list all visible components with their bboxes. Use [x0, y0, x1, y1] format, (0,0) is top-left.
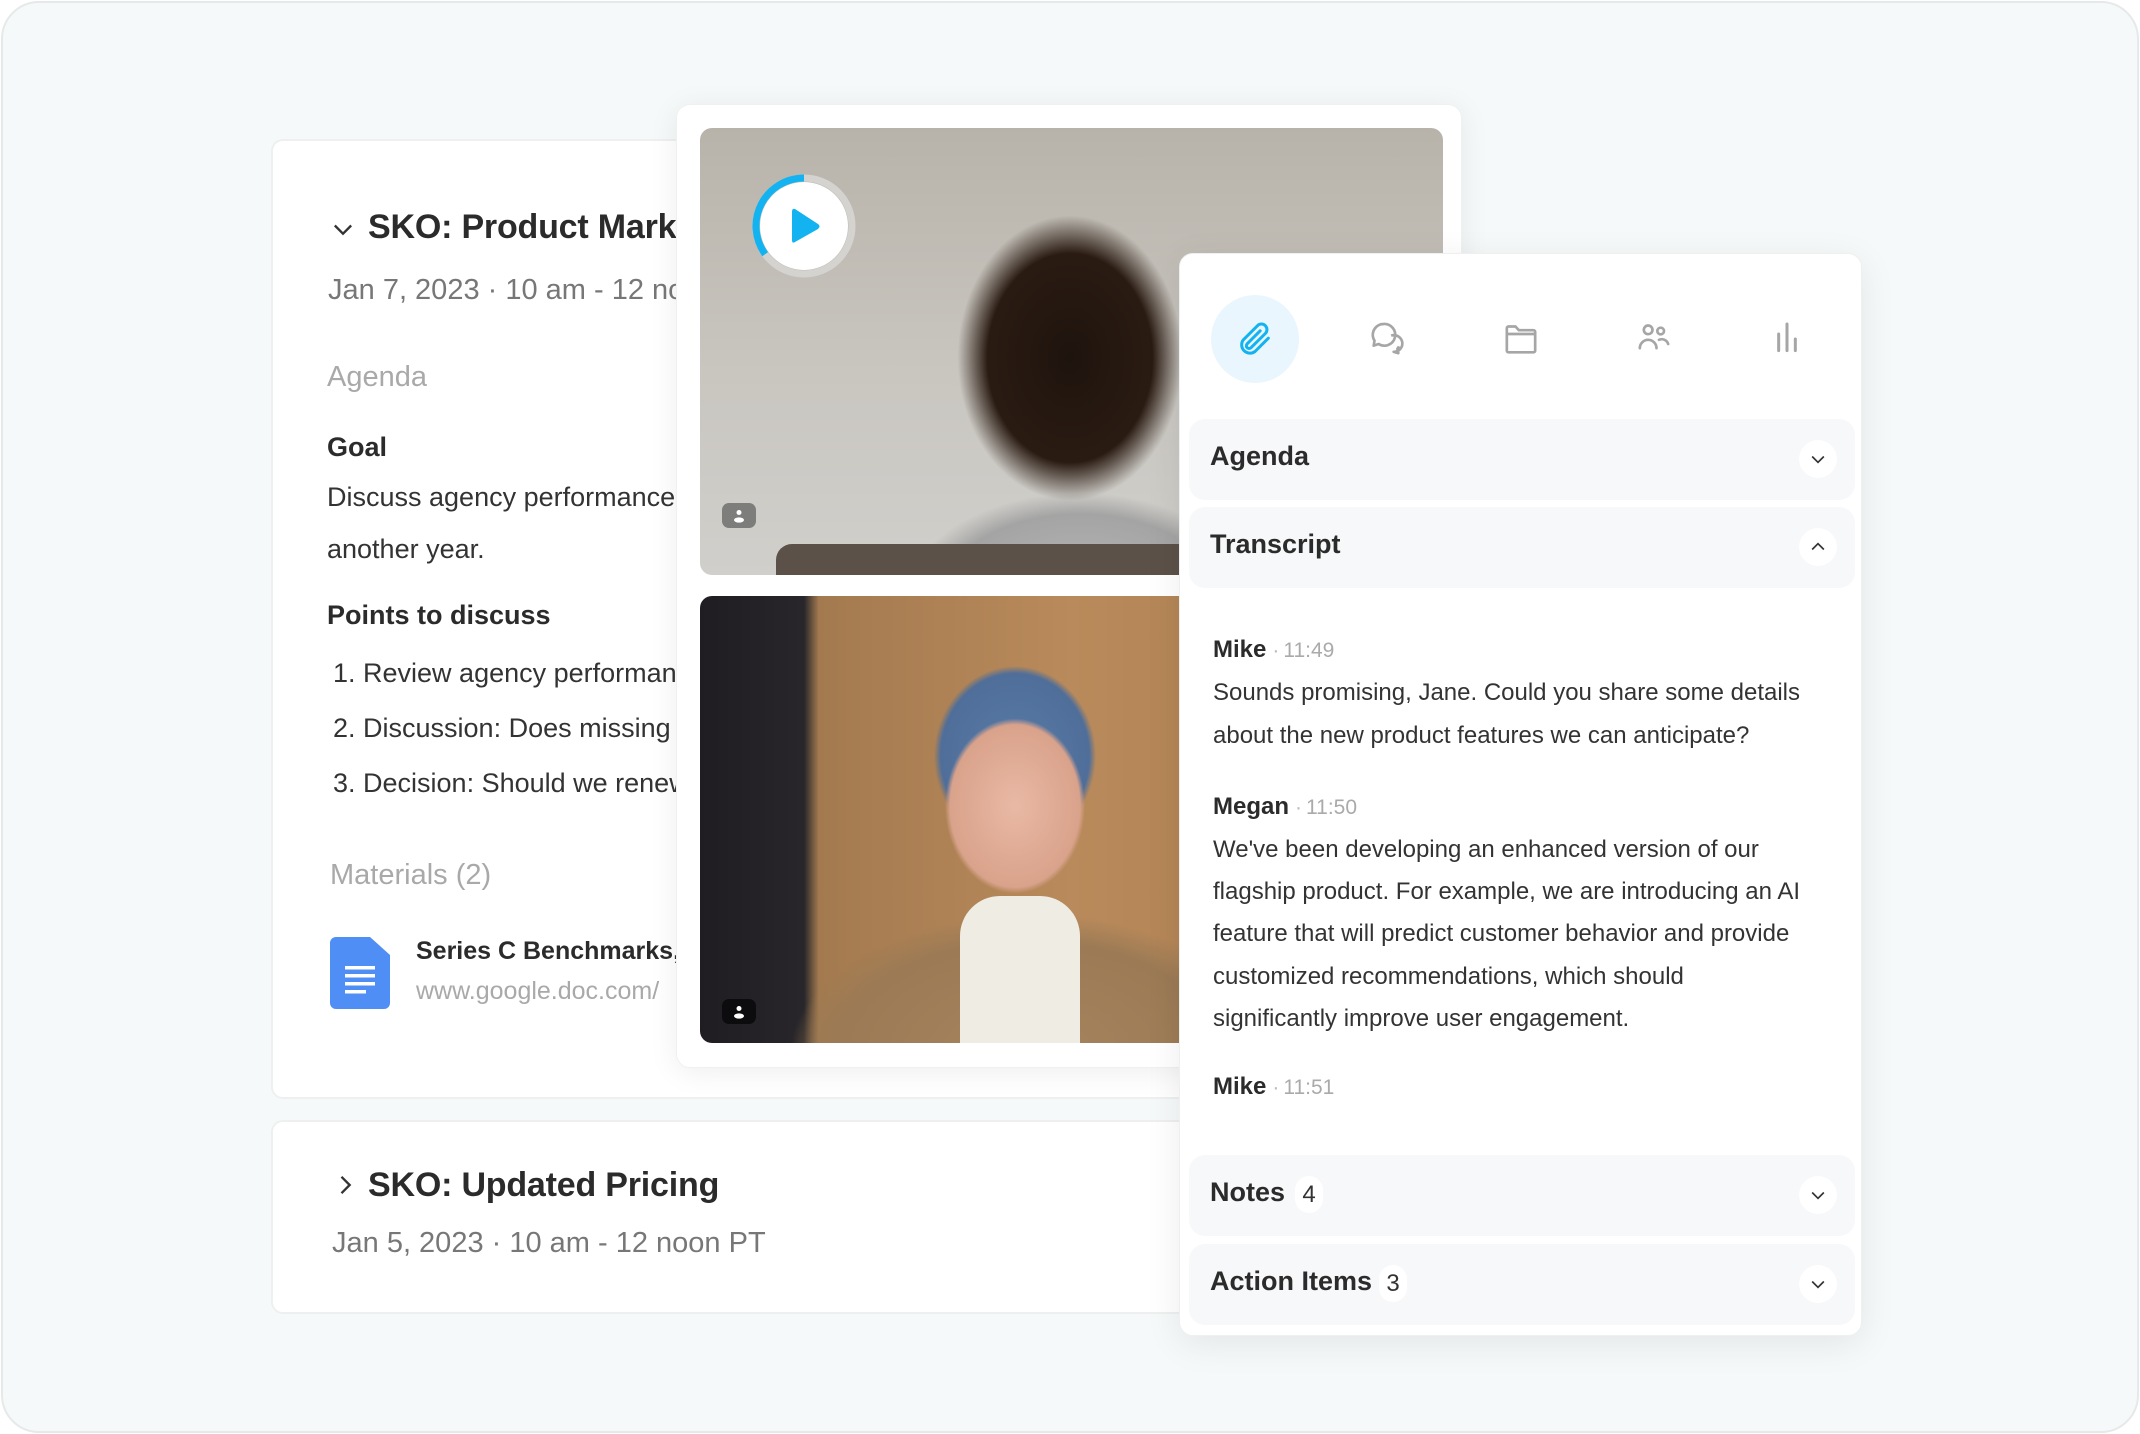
people-icon — [1638, 324, 1670, 350]
transcript-line: flagship product. For example, we are in… — [1213, 878, 1800, 905]
tab-files[interactable] — [1477, 295, 1565, 383]
timestamp: 11:49 — [1283, 639, 1335, 662]
meeting-card-updated-pricing[interactable]: SKO: Updated Pricing Jan 5, 2023 · 10 am… — [271, 1120, 1231, 1314]
notes-count-badge: 4 — [1295, 1176, 1323, 1213]
chat-bubbles-icon — [1371, 322, 1404, 355]
participant-badge — [722, 503, 756, 528]
chevron-down-icon — [1811, 455, 1825, 464]
materials-label: Materials (2) — [330, 859, 492, 891]
accordion-label: Agenda — [1210, 441, 1310, 471]
collapse-toggle[interactable] — [1799, 528, 1837, 566]
tab-chat[interactable] — [1343, 295, 1431, 383]
material-url[interactable]: www.google.doc.com/ — [416, 977, 659, 1006]
transcript-line: customized recommendations, which should — [1213, 963, 1684, 990]
meeting-side-panel: Agenda Transcript Mike · 11:49 Sounds prom… — [1179, 253, 1862, 1336]
person-icon — [734, 1005, 744, 1019]
accordion-agenda[interactable]: Agenda — [1189, 419, 1855, 500]
accordion-label: Action Items — [1210, 1266, 1373, 1296]
expand-toggle[interactable] — [1799, 1176, 1837, 1214]
speaker-name: Mike — [1213, 636, 1267, 663]
paperclip-icon — [1240, 322, 1270, 355]
accordion-notes[interactable]: Notes 4 — [1189, 1155, 1855, 1236]
shirt-shape — [960, 896, 1080, 1043]
point-item: 3. Decision: Should we renew — [333, 768, 689, 798]
expand-toggle[interactable] — [1799, 1265, 1837, 1303]
meeting-date: Jan 5, 2023 · 10 am - 12 noon PT — [332, 1227, 766, 1259]
transcript-line: feature that will predict customer behav… — [1213, 920, 1790, 947]
separator: · — [1272, 639, 1280, 662]
participant-badge — [722, 999, 756, 1024]
point-item: 1. Review agency performance — [333, 658, 706, 688]
speaker-name: Mike — [1213, 1073, 1267, 1100]
transcript-entry-header: Mike · 11:51 — [1213, 1073, 1334, 1101]
transcript-line: We've been developing an enhanced versio… — [1213, 836, 1759, 863]
chevron-down-icon — [1811, 1280, 1825, 1289]
accordion-label: Notes — [1210, 1177, 1286, 1207]
transcript-entry-header: Mike · 11:49 — [1213, 636, 1334, 664]
folder-icon — [1505, 325, 1537, 354]
timestamp: 11:50 — [1306, 796, 1358, 819]
timestamp: 11:51 — [1283, 1076, 1335, 1099]
expand-toggle[interactable] — [1799, 440, 1837, 478]
chevron-down-icon[interactable] — [329, 215, 357, 243]
app-frame: SKO: Product Marketing Jan 7, 2023 · 10 … — [1, 1, 2139, 1433]
tab-analytics[interactable] — [1743, 295, 1831, 383]
speaker-name: Megan — [1213, 793, 1290, 820]
transcript-entry-header: Megan · 11:50 — [1213, 793, 1357, 821]
accordion-transcript[interactable]: Transcript — [1189, 507, 1855, 588]
separator: · — [1272, 1076, 1280, 1099]
play-button[interactable] — [752, 174, 856, 278]
separator: · — [1295, 796, 1303, 819]
tab-participants[interactable] — [1610, 295, 1698, 383]
chevron-up-icon — [1811, 542, 1825, 551]
transcript-line: about the new product features we can an… — [1213, 722, 1750, 749]
meeting-title[interactable]: SKO: Updated Pricing — [368, 1166, 719, 1205]
point-item: 2. Discussion: Does missing — [333, 713, 671, 743]
person-icon — [734, 509, 744, 523]
bar-chart-icon — [1777, 322, 1797, 353]
transcript-line: Sounds promising, Jane. Could you share … — [1213, 679, 1800, 706]
material-title[interactable]: Series C Benchmarks, — [416, 937, 680, 966]
chevron-right-icon[interactable] — [331, 1171, 359, 1199]
tab-attachments[interactable] — [1211, 295, 1299, 383]
google-doc-icon[interactable] — [330, 937, 390, 1009]
transcript-line: significantly improve user engagement. — [1213, 1005, 1630, 1032]
accordion-label: Transcript — [1210, 529, 1341, 559]
goal-heading: Goal — [327, 432, 388, 462]
accordion-action-items[interactable]: Action Items 3 — [1189, 1244, 1855, 1325]
goal-text-line: another year. — [327, 534, 485, 564]
action-items-count-badge: 3 — [1379, 1265, 1407, 1302]
points-heading: Points to discuss — [327, 600, 551, 630]
agenda-label: Agenda — [327, 361, 427, 393]
chevron-down-icon — [1811, 1191, 1825, 1200]
panel-tabs — [1180, 295, 1861, 383]
goal-text-line: Discuss agency performance — [327, 482, 676, 512]
